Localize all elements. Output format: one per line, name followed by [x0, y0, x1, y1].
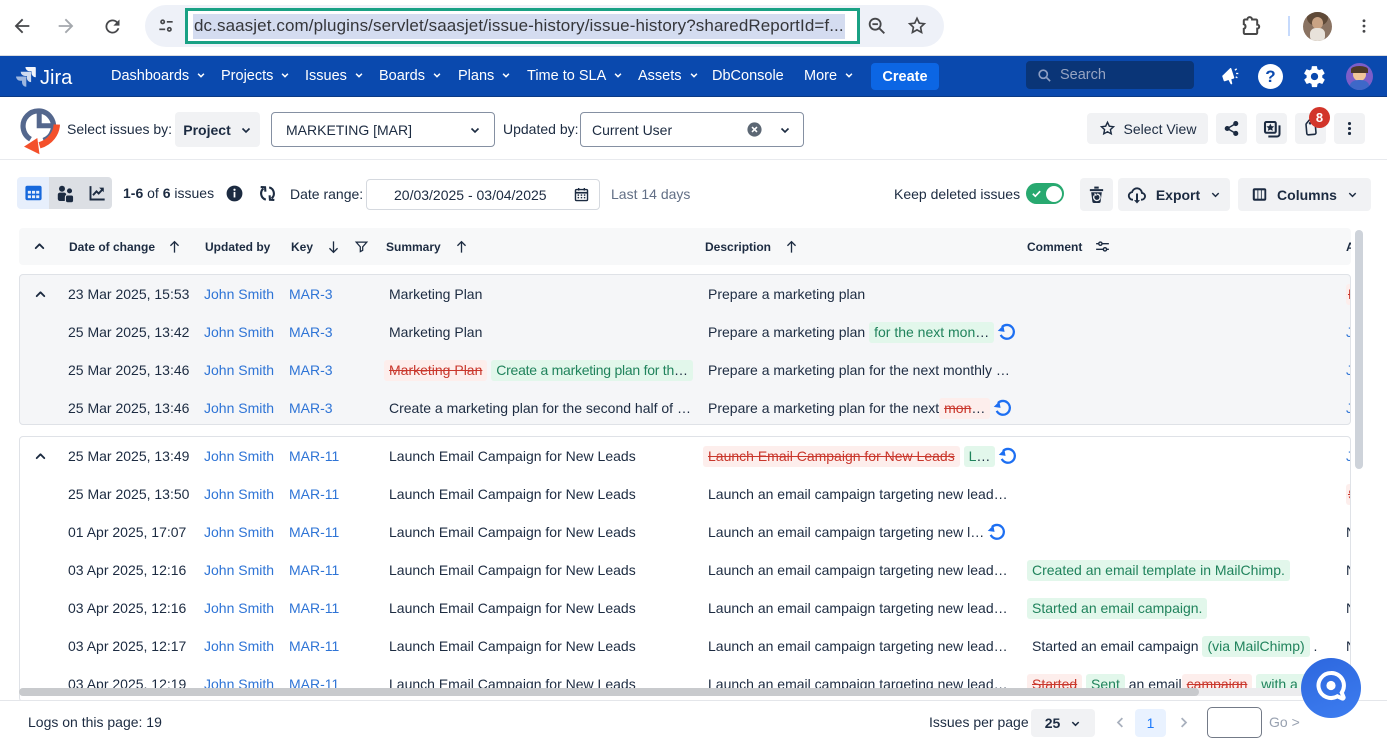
- svg-text:Jira: Jira: [40, 67, 73, 89]
